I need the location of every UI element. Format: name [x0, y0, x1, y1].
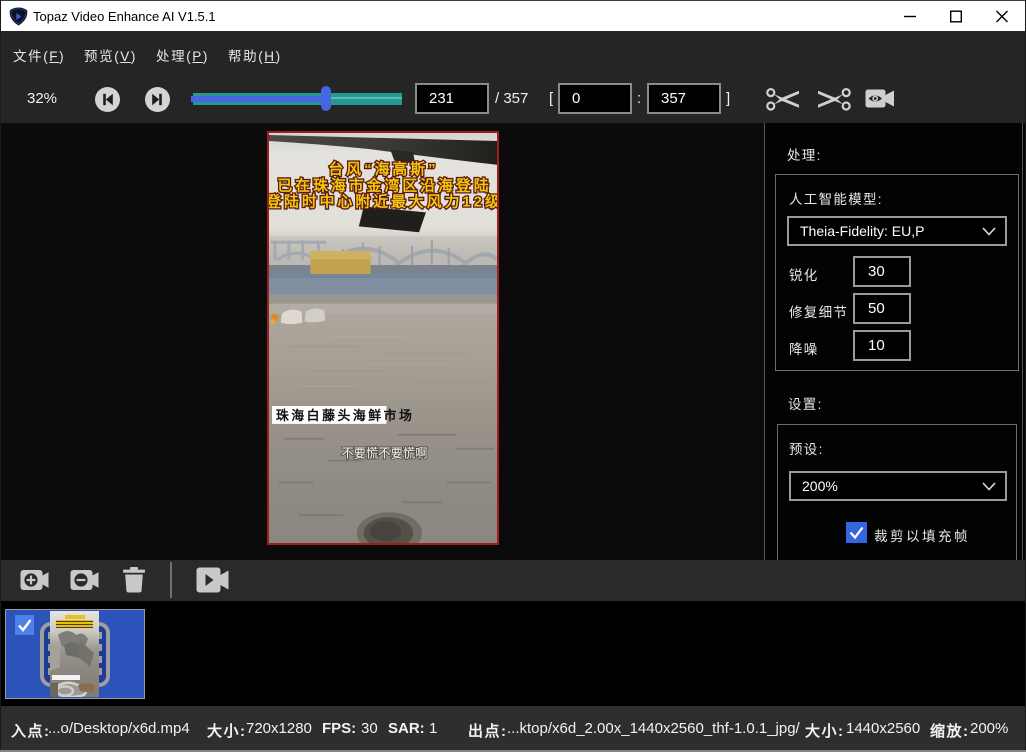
svg-text:已在珠海市金湾区沿海登陆: 已在珠海市金湾区沿海登陆: [277, 177, 491, 195]
svg-text:登陆时中心附近最大风力12级: 登陆时中心附近最大风力12级: [269, 192, 497, 210]
svg-text:珠海白藤头海鲜市场: 珠海白藤头海鲜市场: [276, 408, 415, 423]
svg-text:不要慌不要慌啊: 不要慌不要慌啊: [341, 447, 427, 461]
svg-text:台风“海高斯”: 台风“海高斯”: [328, 160, 438, 178]
